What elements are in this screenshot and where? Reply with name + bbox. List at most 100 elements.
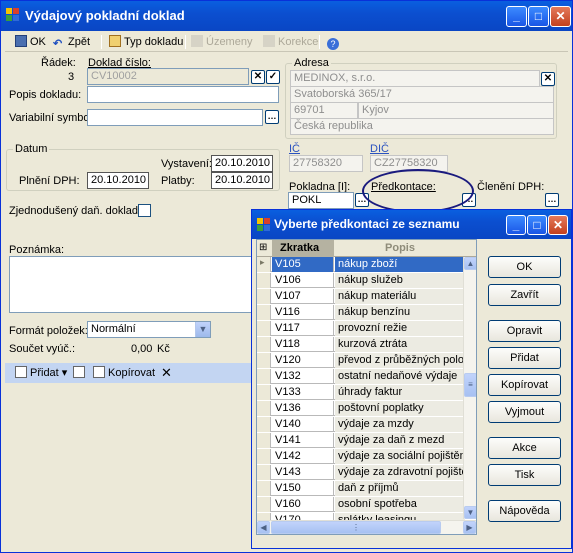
maximize-button[interactable]: □ (528, 6, 549, 27)
back-toolbar-button[interactable]: ↶ Zpět (53, 34, 90, 50)
row-indicator (257, 337, 271, 352)
sum-label: Součet vyúč.: (9, 343, 76, 355)
correction-button[interactable]: Korekce (263, 34, 318, 50)
col-header-desc[interactable]: Popis (335, 240, 465, 257)
varsym-browse-button[interactable]: … (265, 110, 279, 124)
format-select[interactable]: Normální ▼ (87, 321, 211, 338)
dialog-minimize-button[interactable]: _ (506, 215, 526, 235)
pay-date-field[interactable]: 20.10.2010 (211, 172, 273, 189)
cell-desc: nákup služeb (335, 273, 465, 288)
cell-code: V136 (272, 401, 334, 416)
help-toolbar-button[interactable]: ? (327, 34, 342, 50)
add-item-button[interactable]: Přidat ▾ (15, 365, 67, 381)
dialog-copy-button[interactable]: Kopírovat (488, 374, 561, 396)
table-row[interactable]: V118 kurzová ztráta (257, 337, 465, 352)
ic-label[interactable]: IČ (289, 143, 300, 155)
highlight-ellipse (362, 169, 474, 213)
cell-code: V116 (272, 305, 334, 320)
cell-code: V140 (272, 417, 334, 432)
cell-desc: výdaje za daň z mezd (335, 433, 465, 448)
minimize-button[interactable]: _ (506, 6, 527, 27)
issued-date-field[interactable]: 20.10.2010 (211, 155, 273, 172)
address-city-field[interactable]: Kyjov (358, 102, 554, 119)
scroll-down-icon[interactable]: ▼ (464, 506, 476, 519)
dialog-help-button[interactable]: Nápověda (488, 500, 561, 522)
dialog-maximize-button[interactable]: □ (527, 215, 547, 235)
predkontace-grid[interactable]: ⊞ Zkratka Popis ▸ V105 nákup zboží V106 náku… (256, 239, 477, 535)
clear-address-button[interactable]: ✕ (541, 72, 555, 86)
scroll-right-icon[interactable]: ▶ (463, 521, 476, 534)
cell-code: V117 (272, 321, 334, 336)
table-row[interactable]: V136 poštovní poplatky (257, 401, 465, 416)
title-bar[interactable]: Výdajový pokladní doklad _ □ ✕ (1, 1, 572, 31)
ok-toolbar-button[interactable]: OK (15, 34, 46, 50)
vat-date-field[interactable]: 20.10.2010 (87, 172, 149, 189)
edit-item-button[interactable] (73, 365, 88, 381)
cell-code: V107 (272, 289, 334, 304)
address-country-field[interactable]: Česká republika (290, 118, 554, 135)
dialog-action-button[interactable]: Akce (488, 437, 561, 459)
table-row[interactable]: V117 provozní režie (257, 321, 465, 336)
table-row[interactable]: V160 osobní spotřeba (257, 497, 465, 512)
cell-desc: kurzová ztráta (335, 337, 465, 352)
hscroll-thumb[interactable]: ⋮ (271, 521, 441, 534)
close-button[interactable]: ✕ (550, 6, 571, 27)
dialog-remove-button[interactable]: Vyjmout (488, 401, 561, 423)
changes-button[interactable]: Územeny (191, 34, 252, 50)
table-row[interactable]: V116 nákup benzínu (257, 305, 465, 320)
dialog-close-button[interactable]: ✕ (548, 215, 568, 235)
ic-field[interactable]: 27758320 (289, 155, 363, 172)
docnum-field[interactable]: CV10002 (87, 68, 249, 85)
doc-type-button[interactable]: Typ dokladu (109, 34, 183, 50)
varsym-field[interactable] (87, 109, 263, 126)
doc-type-icon (109, 35, 121, 47)
dialog-edit-button[interactable]: Opravit (488, 320, 561, 342)
dialog-ok-button[interactable]: OK (488, 256, 561, 278)
table-row[interactable]: V132 ostatní nedaňové výdaje (257, 369, 465, 384)
main-window: Výdajový pokladní doklad _ □ ✕ OK ↶ Zpět … (0, 0, 573, 553)
scroll-up-icon[interactable]: ▲ (464, 257, 476, 270)
cell-code: V120 (272, 353, 334, 368)
table-row[interactable]: V107 nákup materiálu (257, 289, 465, 304)
table-row[interactable]: V150 daň z příjmů (257, 481, 465, 496)
format-select-value: Normální (91, 323, 136, 335)
table-row[interactable]: V141 výdaje za daň z mezd (257, 433, 465, 448)
table-row[interactable]: V140 výdaje za mzdy (257, 417, 465, 432)
table-row[interactable]: V106 nákup služeb (257, 273, 465, 288)
grid-vertical-scrollbar[interactable]: ▲ ≡ ▼ (463, 257, 476, 519)
dic-label[interactable]: DIČ (370, 143, 389, 155)
correction-icon (263, 35, 275, 47)
cashbox-field[interactable]: POKL (288, 192, 354, 209)
address-zip-field[interactable]: 69701 (290, 102, 358, 119)
grid-horizontal-scrollbar[interactable]: ◀ ⋮ ▶ (257, 520, 476, 534)
toolbar-separator (319, 35, 320, 49)
cell-desc: výdaje za mzdy (335, 417, 465, 432)
dialog-add-button[interactable]: Přidat (488, 347, 561, 369)
table-row[interactable]: ▸ V105 nákup zboží (257, 257, 465, 272)
clear-docnum-button[interactable]: ✕ (251, 70, 265, 84)
simple-tax-checkbox[interactable] (138, 204, 151, 217)
dialog-print-button[interactable]: Tisk (488, 464, 561, 486)
col-header-code[interactable]: Zkratka (272, 240, 334, 257)
address-name-field[interactable]: MEDINOX, s.r.o. (290, 70, 540, 87)
note-textarea[interactable] (9, 256, 253, 313)
confirm-docnum-button[interactable]: ✓ (266, 70, 280, 84)
vat-split-browse-button[interactable]: … (545, 193, 559, 207)
scroll-thumb[interactable]: ≡ (464, 373, 476, 397)
table-row[interactable]: V143 výdaje za zdravotní pojištění (257, 465, 465, 480)
cell-code: V118 (272, 337, 334, 352)
dialog-close-btn[interactable]: Zavřít (488, 284, 561, 306)
desc-field[interactable] (87, 86, 279, 103)
address-street-field[interactable]: Svatoborská 365/17 (290, 86, 554, 103)
copy-item-button[interactable]: Kopírovat (93, 365, 155, 381)
varsym-label: Variabilní symbol (9, 112, 92, 124)
simple-tax-label: Zjednodušený daň. doklad (9, 205, 139, 217)
scroll-left-icon[interactable]: ◀ (257, 521, 270, 534)
table-row[interactable]: V142 výdaje za sociální pojištění (257, 449, 465, 464)
cell-code: V133 (272, 385, 334, 400)
delete-icon[interactable]: ✕ (161, 365, 172, 381)
dialog-title-bar[interactable]: Vyberte předkontaci ze seznamu _ □ ✕ (252, 210, 571, 239)
chevron-down-icon[interactable]: ▼ (195, 322, 210, 337)
table-row[interactable]: V120převod z průběžných položek (257, 353, 465, 368)
table-row[interactable]: V133 úhrady faktur (257, 385, 465, 400)
